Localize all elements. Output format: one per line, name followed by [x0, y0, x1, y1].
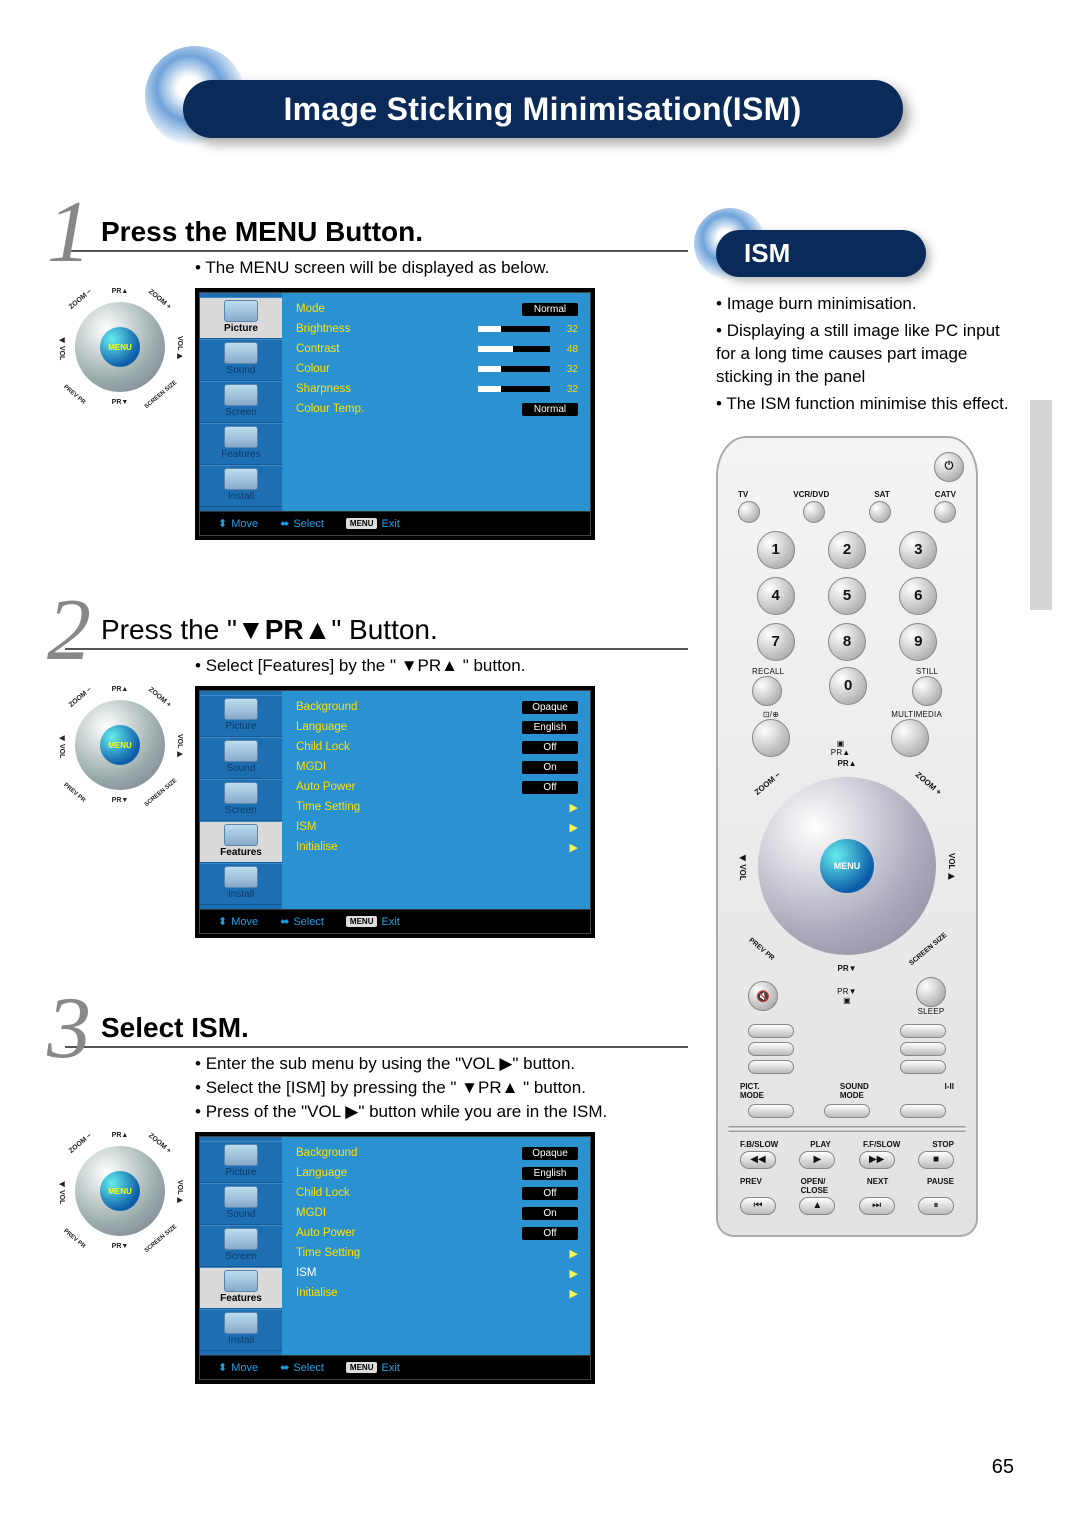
ism-description: Image burn minimisation. Displaying a st…: [716, 293, 1020, 416]
dpad-graphic: MENU PR▲ PR▼ ◀ VOL VOL ▶ ZOOM − ZOOM + P…: [65, 1136, 175, 1246]
step-number: 3: [47, 998, 91, 1060]
next-button[interactable]: ⏭: [859, 1197, 895, 1215]
sleep-button[interactable]: [916, 977, 946, 1007]
sidebar: ISM Image burn minimisation. Displaying …: [710, 182, 1020, 1424]
power-button[interactable]: ⏻: [934, 452, 964, 482]
num-1[interactable]: 1: [757, 531, 795, 569]
number-pad: 1 2 3 4 5 6 7 8 9: [730, 531, 964, 661]
osd-features-panel: BackgroundOpaque LanguageEnglish Child L…: [282, 691, 590, 909]
func-btn-5[interactable]: [748, 1060, 794, 1074]
num-7[interactable]: 7: [757, 623, 795, 661]
mode-catv[interactable]: [934, 501, 956, 523]
step-1: 1 Press the MENU Button. The MENU screen…: [65, 182, 688, 540]
step-number: 2: [47, 600, 91, 662]
tab-features: Features: [200, 821, 282, 863]
tab-install: Install: [200, 465, 282, 507]
num-8[interactable]: 8: [828, 623, 866, 661]
still-button[interactable]: [912, 676, 942, 706]
num-0[interactable]: 0: [829, 667, 867, 705]
step-title: Press the MENU Button.: [101, 216, 423, 248]
title-banner: Image Sticking Minimisation(ISM): [183, 80, 903, 152]
step-2: 2 Press the "▼PR▲" Button. Select [Featu…: [65, 580, 688, 938]
sound-mode-button[interactable]: [824, 1104, 870, 1118]
step-3: 3 Select ISM. Enter the sub menu by usin…: [65, 978, 688, 1384]
dpad-graphic: MENU PR▲ PR▼ ◀ VOL VOL ▶ ZOOM − ZOOM + P…: [65, 690, 175, 800]
pause-button[interactable]: ⏸: [918, 1197, 954, 1215]
edge-tab: [1030, 400, 1052, 610]
pict-mode-button[interactable]: [748, 1104, 794, 1118]
num-4[interactable]: 4: [757, 577, 795, 615]
remote-dpad[interactable]: MENU PR▲ PR▼ ◀ VOL VOL ▶ ZOOM − ZOOM + P…: [742, 761, 952, 971]
tab-sound: Sound: [200, 339, 282, 381]
osd-step2: Picture Sound Screen Features Install Ba…: [195, 686, 595, 938]
recall-button[interactable]: [752, 676, 782, 706]
remote-control: ⏻ TVVCR/DVDSATCATV 1 2 3 4 5 6: [716, 436, 978, 1237]
step-number: 1: [47, 202, 91, 264]
num-2[interactable]: 2: [828, 531, 866, 569]
osd-picture-panel: ModeNormal Brightness32 Contrast48 Colou…: [282, 293, 590, 511]
func-btn-6[interactable]: [900, 1060, 946, 1074]
menu-button[interactable]: MENU: [820, 839, 874, 893]
tab-picture: Picture: [200, 297, 282, 339]
osd-row-ism: ISM▶: [296, 1263, 578, 1283]
multimedia-button[interactable]: [891, 719, 929, 757]
mode-labels: TVVCR/DVDSATCATV: [730, 490, 964, 501]
num-5[interactable]: 5: [828, 577, 866, 615]
page-number: 65: [992, 1456, 1014, 1479]
rewind-button[interactable]: ◀◀: [740, 1151, 776, 1169]
step-note: The MENU screen will be displayed as bel…: [195, 258, 688, 278]
play-button[interactable]: ▶: [799, 1151, 835, 1169]
dpad-graphic: MENU PR▲ PR▼ ◀ VOL VOL ▶ ZOOM − ZOOM + P…: [65, 292, 175, 402]
open-close-button[interactable]: ▲: [799, 1197, 835, 1215]
step-note: Select [Features] by the " ▼PR▲ " button…: [195, 656, 688, 676]
ism-heading: ISM: [716, 230, 926, 277]
mode-tv[interactable]: [738, 501, 760, 523]
steps-column: 1 Press the MENU Button. The MENU screen…: [65, 182, 688, 1424]
ffwd-button[interactable]: ▶▶: [859, 1151, 895, 1169]
func-btn-3[interactable]: [748, 1042, 794, 1056]
mode-sat[interactable]: [869, 501, 891, 523]
osd-hints: ⬍ Move ⬌ Select MENU Exit: [200, 511, 590, 535]
menu-button: MENU: [100, 327, 140, 367]
prev-button[interactable]: ⏮: [740, 1197, 776, 1215]
tab-screen: Screen: [200, 381, 282, 423]
num-6[interactable]: 6: [899, 577, 937, 615]
step-title: Select ISM.: [101, 1012, 249, 1044]
stop-button[interactable]: ■: [918, 1151, 954, 1169]
mute-button[interactable]: 🔇: [748, 981, 778, 1011]
page-title: Image Sticking Minimisation(ISM): [183, 80, 903, 138]
osd-step3: Picture Sound Screen Features Install Ba…: [195, 1132, 595, 1384]
step-title: Press the "▼PR▲" Button.: [101, 614, 438, 646]
osd-tabs: Picture Sound Screen Features Install: [200, 293, 282, 511]
func-btn-2[interactable]: [900, 1024, 946, 1038]
num-9[interactable]: 9: [899, 623, 937, 661]
osd-step1: Picture Sound Screen Features Install Mo…: [195, 288, 595, 540]
i-ii-button[interactable]: [900, 1104, 946, 1118]
av-button[interactable]: [752, 719, 790, 757]
tab-features: Features: [200, 423, 282, 465]
num-3[interactable]: 3: [899, 531, 937, 569]
func-btn-4[interactable]: [900, 1042, 946, 1056]
step-notes: Enter the sub menu by using the "VOL ▶" …: [195, 1054, 688, 1122]
mode-vcrdvd[interactable]: [803, 501, 825, 523]
func-btn-1[interactable]: [748, 1024, 794, 1038]
